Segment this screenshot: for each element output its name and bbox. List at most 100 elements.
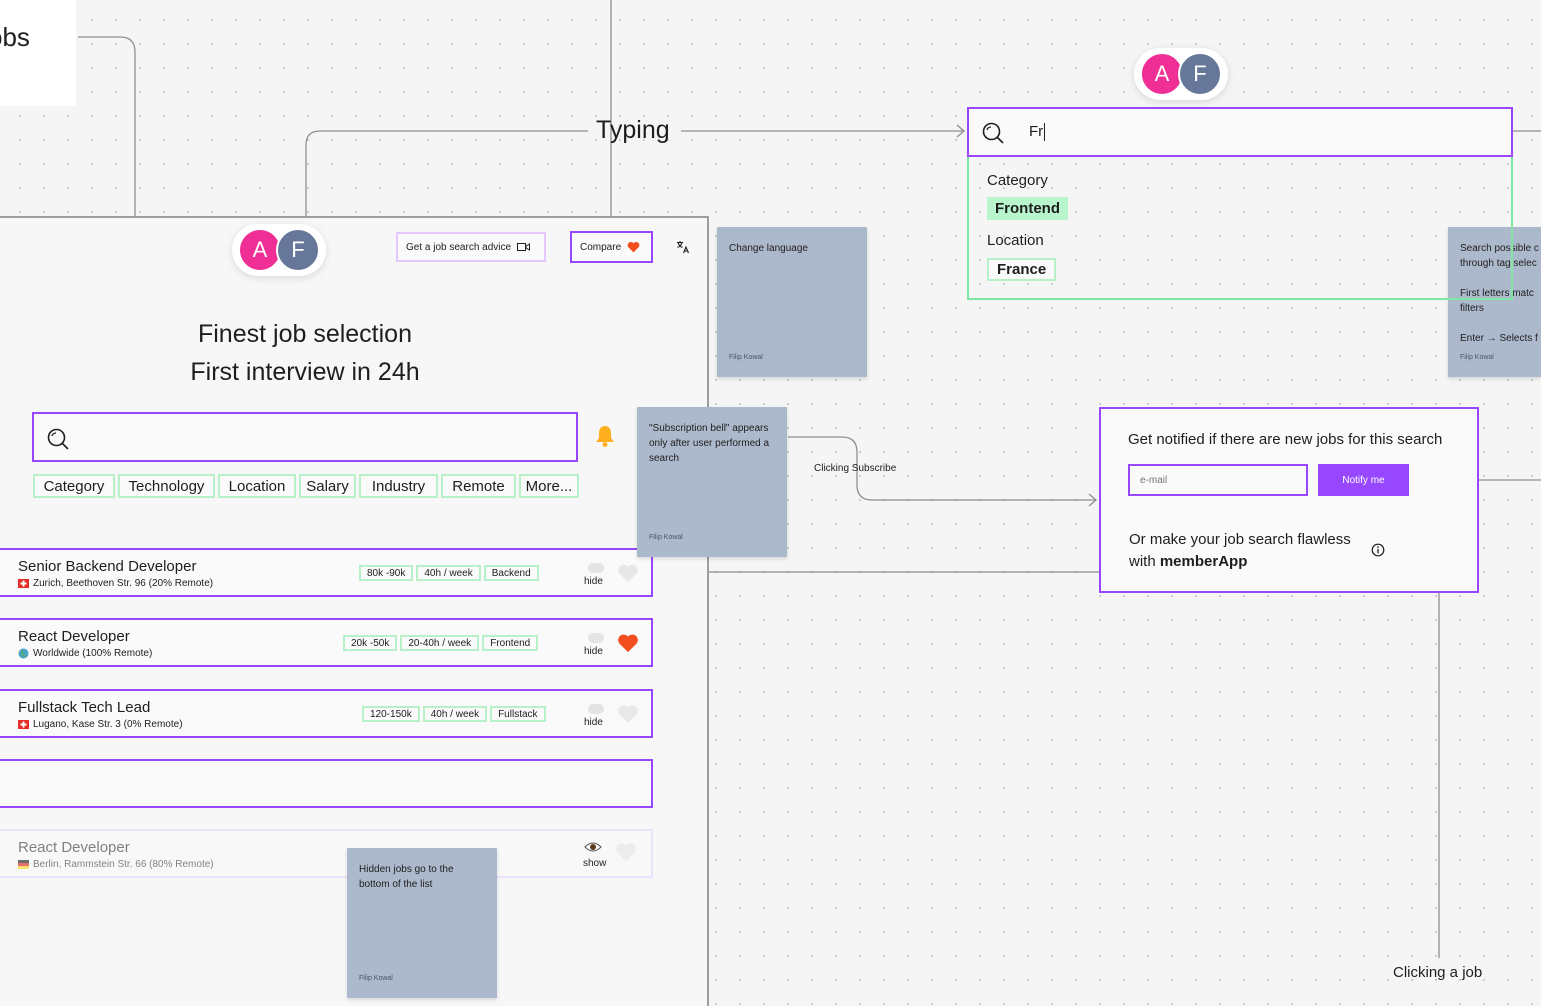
- job-tags: 80k -90k 40h / week Backend: [359, 565, 539, 581]
- job-location-text: Lugano, Kase Str. 3 (0% Remote): [33, 719, 183, 730]
- heart-icon: [627, 241, 640, 253]
- hours-tag: 40h / week: [422, 706, 488, 722]
- job-title: React Developer: [18, 839, 130, 856]
- search-input-typing[interactable]: Fr: [967, 107, 1513, 157]
- compare-button[interactable]: Compare: [570, 231, 653, 263]
- show-button[interactable]: show: [583, 858, 606, 869]
- hide-button[interactable]: hide: [584, 717, 603, 728]
- hours-tag: 20-40h / week: [400, 635, 480, 651]
- translate-icon[interactable]: [676, 240, 690, 254]
- clicking-job-annotation: Clicking a job: [1393, 964, 1483, 981]
- job-tags: 120-150k 40h / week Fullstack: [362, 706, 546, 722]
- filter-chip-location[interactable]: Location: [218, 474, 296, 498]
- brand-name: memberApp: [1159, 553, 1248, 570]
- sticky-text: "Subscription bell" appears only after u…: [649, 423, 770, 464]
- clicking-subscribe-annotation: Clicking Subscribe: [814, 463, 897, 474]
- hero-heading: Finest job selection First interview in …: [160, 315, 450, 391]
- job-card[interactable]: React Developer Worldwide (100% Remote) …: [0, 618, 653, 667]
- member-app-promo: Or make your job search flawless with me…: [1129, 529, 1351, 573]
- job-title: Fullstack Tech Lead: [18, 699, 151, 716]
- video-icon: [517, 243, 531, 251]
- typing-annotation: Typing: [596, 116, 670, 144]
- job-title: React Developer: [18, 628, 130, 645]
- sticky-note: "Subscription bell" appears only after u…: [637, 407, 787, 557]
- salary-tag: 80k -90k: [359, 565, 414, 581]
- job-location-text: Worldwide (100% Remote): [33, 648, 153, 659]
- hero-line-2: First interview in 24h: [190, 358, 420, 386]
- dropdown-location-label: Location: [987, 232, 1044, 249]
- filter-chip-industry[interactable]: Industry: [359, 474, 438, 498]
- sticky-text: Hidden jobs go to the bottom of the list: [359, 864, 454, 890]
- bell-icon[interactable]: [594, 424, 616, 448]
- hours-tag: 40h / week: [416, 565, 481, 581]
- hide-toggle-icon[interactable]: [588, 704, 604, 714]
- job-title: Senior Backend Developer: [18, 558, 197, 575]
- job-location: Lugano, Kase Str. 3 (0% Remote): [18, 719, 183, 730]
- filter-chip-technology[interactable]: Technology: [118, 474, 215, 498]
- swiss-flag-icon: [18, 579, 29, 588]
- sticky-note: Hidden jobs go to the bottom of the list…: [347, 848, 497, 998]
- hide-button[interactable]: hide: [584, 576, 603, 587]
- sticky-text: Enter → Selects f: [1460, 333, 1538, 344]
- filter-chip-category[interactable]: Category: [33, 474, 115, 498]
- job-card-placeholder[interactable]: [0, 759, 653, 808]
- sticky-note: Change language Filip Kowal: [717, 227, 867, 377]
- notify-me-button[interactable]: Notify me: [1318, 464, 1409, 496]
- filter-chip-remote[interactable]: Remote: [441, 474, 516, 498]
- hide-button[interactable]: hide: [584, 646, 603, 657]
- heart-icon[interactable]: [617, 563, 639, 583]
- previous-frame: obs: [0, 0, 76, 106]
- filter-chips: Category Technology Location Salary Indu…: [33, 474, 579, 498]
- compare-label: Compare: [580, 241, 622, 253]
- suggestion-frontend[interactable]: Frontend: [987, 197, 1068, 220]
- collaborator-avatars: A F: [1134, 48, 1228, 100]
- autocomplete-dropdown: Category Frontend Location France: [967, 157, 1513, 300]
- heart-icon[interactable]: [617, 633, 639, 653]
- hidden-job-card[interactable]: React Developer Berlin, Rammstein Str. 6…: [0, 829, 653, 878]
- sticky-author: Filip Kowal: [649, 534, 683, 541]
- filter-chip-more[interactable]: More...: [519, 474, 579, 498]
- search-query-text: Fr: [1029, 123, 1046, 141]
- job-location: Zurich, Beethoven Str. 96 (20% Remote): [18, 578, 213, 589]
- promo-prefix: with: [1129, 553, 1160, 570]
- sticky-author: Filip Kowal: [359, 975, 393, 982]
- eye-icon[interactable]: [584, 841, 602, 853]
- hide-toggle-icon[interactable]: [588, 633, 604, 643]
- job-search-input[interactable]: [32, 412, 578, 462]
- job-card[interactable]: Senior Backend Developer Zurich, Beethov…: [0, 548, 653, 597]
- hide-toggle-icon[interactable]: [588, 563, 604, 573]
- globe-icon: [18, 648, 29, 659]
- stack-tag: Frontend: [482, 635, 539, 651]
- german-flag-icon: [18, 860, 29, 869]
- info-icon[interactable]: [1371, 543, 1385, 557]
- job-search-advice-button[interactable]: Get a job search advice: [396, 232, 546, 262]
- search-icon: [982, 122, 1004, 144]
- avatar: F: [1178, 52, 1222, 96]
- heart-icon[interactable]: [615, 842, 637, 862]
- notify-heading: Get notified if there are new jobs for t…: [1128, 431, 1443, 448]
- salary-tag: 120-150k: [362, 706, 420, 722]
- job-location: Berlin, Rammstein Str. 66 (80% Remote): [18, 859, 214, 870]
- dropdown-category-label: Category: [987, 172, 1048, 189]
- job-card[interactable]: Fullstack Tech Lead Lugano, Kase Str. 3 …: [0, 689, 653, 738]
- stack-tag: Backend: [483, 565, 539, 581]
- job-tags: 20k -50k 20-40h / week Frontend: [343, 635, 539, 651]
- frame-title: obs: [0, 22, 30, 52]
- email-input[interactable]: [1128, 464, 1308, 496]
- stack-tag: Fullstack: [490, 706, 546, 722]
- sticky-author: Filip Kowal: [729, 354, 763, 361]
- job-location: Worldwide (100% Remote): [18, 648, 152, 659]
- heart-icon[interactable]: [617, 704, 639, 724]
- job-location-text: Zurich, Beethoven Str. 96 (20% Remote): [33, 578, 214, 589]
- sticky-author: Filip Kowal: [1460, 354, 1494, 361]
- avatar: F: [276, 228, 320, 272]
- filter-chip-salary[interactable]: Salary: [299, 474, 356, 498]
- promo-line-2: with memberApp: [1129, 551, 1351, 573]
- notify-panel: Get notified if there are new jobs for t…: [1099, 407, 1479, 593]
- search-icon: [47, 428, 69, 450]
- job-location-text: Berlin, Rammstein Str. 66 (80% Remote): [33, 859, 214, 870]
- hero-line-1: Finest job selection: [197, 320, 412, 348]
- swiss-flag-icon: [18, 720, 29, 729]
- suggestion-france[interactable]: France: [987, 258, 1057, 281]
- salary-tag: 20k -50k: [343, 635, 398, 651]
